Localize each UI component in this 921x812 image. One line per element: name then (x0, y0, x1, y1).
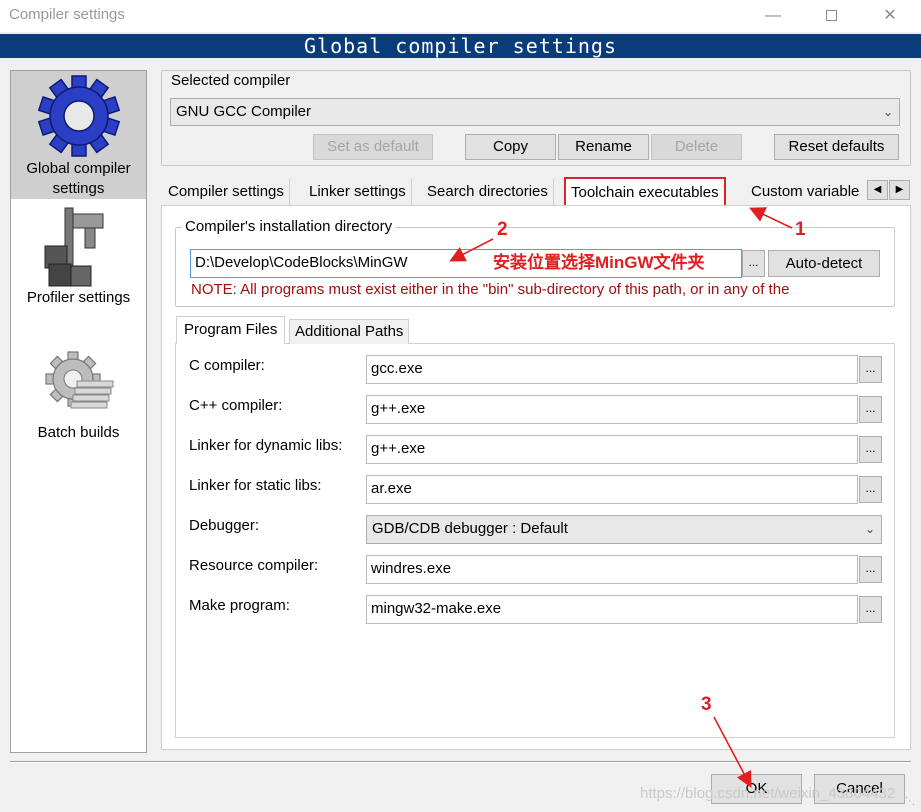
cpp-compiler-input[interactable]: g++.exe (366, 395, 858, 424)
subtab-additional-paths[interactable]: Additional Paths (289, 319, 410, 344)
auto-detect-button[interactable]: Auto-detect (768, 250, 880, 277)
gear-icon (37, 75, 120, 157)
make-program-input[interactable]: mingw32-make.exe (366, 595, 858, 624)
batch-gear-icon (44, 351, 113, 409)
annotation-number-3: 3 (701, 694, 712, 715)
close-button[interactable]: ✕ (867, 0, 913, 32)
watermark-text: https://blog.csdn.net/weixin_43804432 (640, 785, 896, 802)
minimize-button[interactable]: — (750, 0, 796, 32)
tab-linker-settings[interactable]: Linker settings (304, 179, 412, 205)
static-linker-label: Linker for static libs: (189, 477, 322, 494)
delete-button[interactable]: Delete (651, 134, 742, 160)
install-dir-label: Compiler's installation directory (182, 218, 396, 235)
annotation-number-2: 2 (497, 219, 508, 240)
category-list: Global compiler settings Profiler settin… (10, 70, 147, 753)
install-dir-browse-button[interactable]: ... (742, 250, 765, 277)
c-compiler-browse-button[interactable]: ... (859, 356, 882, 383)
resource-compiler-label: Resource compiler: (189, 557, 319, 574)
triangle-right-icon: ▶ (895, 184, 904, 195)
tab-search-directories[interactable]: Search directories (422, 179, 554, 205)
reset-defaults-button[interactable]: Reset defaults (774, 134, 899, 160)
make-program-label: Make program: (189, 597, 290, 614)
caliper-icon (44, 207, 103, 287)
make-program-browse-button[interactable]: ... (859, 596, 882, 623)
c-compiler-label: C compiler: (189, 357, 265, 374)
maximize-button[interactable] (808, 0, 854, 32)
footer-divider (10, 761, 911, 763)
chevron-down-icon: ⌄ (882, 105, 893, 119)
tab-custom-variables[interactable]: Custom variable (746, 179, 866, 205)
minimize-icon: — (765, 7, 781, 24)
tab-compiler-settings[interactable]: Compiler settings (163, 179, 290, 205)
rename-button[interactable]: Rename (558, 134, 649, 160)
sidebar-item-global-compiler[interactable]: Global compiler settings (11, 71, 146, 199)
debugger-label: Debugger: (189, 517, 260, 534)
resize-grip-icon[interactable]: ⋱ (905, 796, 915, 807)
dynamic-linker-browse-button[interactable]: ... (859, 436, 882, 463)
window-title: Compiler settings (9, 6, 125, 23)
sidebar-item-label: Global compiler settings (26, 160, 131, 197)
resource-compiler-input[interactable]: windres.exe (366, 555, 858, 584)
debugger-select-value: GDB/CDB debugger : Default (372, 520, 568, 537)
resource-compiler-browse-button[interactable]: ... (859, 556, 882, 583)
annotation-number-1: 1 (795, 219, 806, 240)
tab-scroll-right-button[interactable]: ▶ (889, 180, 910, 200)
selected-compiler-label: Selected compiler (169, 72, 293, 89)
dynamic-linker-input[interactable]: g++.exe (366, 435, 858, 464)
debugger-select[interactable]: GDB/CDB debugger : Default ⌄ (366, 515, 882, 544)
install-note: NOTE: All programs must exist either in … (191, 281, 790, 298)
title-bar: Compiler settings — ✕ (0, 0, 921, 32)
c-compiler-input[interactable]: gcc.exe (366, 355, 858, 384)
compiler-select[interactable]: GNU GCC Compiler ⌄ (170, 98, 900, 126)
annotation-chinese-note: 安装位置选择MinGW文件夹 (493, 253, 705, 272)
maximize-icon (825, 10, 837, 22)
sidebar-item-profiler[interactable]: Profiler settings (11, 206, 146, 316)
triangle-left-icon: ◀ (873, 184, 882, 195)
set-as-default-button[interactable]: Set as default (313, 134, 433, 160)
compiler-select-value: GNU GCC Compiler (176, 103, 312, 120)
cpp-compiler-label: C++ compiler: (189, 397, 283, 414)
sidebar-item-batch-builds[interactable]: Batch builds (11, 351, 146, 451)
settings-header: Global compiler settings (0, 34, 921, 58)
chevron-down-icon: ⌄ (864, 522, 875, 536)
cpp-compiler-browse-button[interactable]: ... (859, 396, 882, 423)
subtab-program-files[interactable]: Program Files (176, 316, 286, 344)
static-linker-browse-button[interactable]: ... (859, 476, 882, 503)
sidebar-item-label: Batch builds (37, 424, 120, 441)
static-linker-input[interactable]: ar.exe (366, 475, 858, 504)
close-icon: ✕ (883, 7, 897, 24)
tab-scroll-left-button[interactable]: ◀ (867, 180, 888, 200)
sidebar-item-label: Profiler settings (26, 289, 131, 306)
dynamic-linker-label: Linker for dynamic libs: (189, 437, 343, 454)
copy-button[interactable]: Copy (465, 134, 556, 160)
